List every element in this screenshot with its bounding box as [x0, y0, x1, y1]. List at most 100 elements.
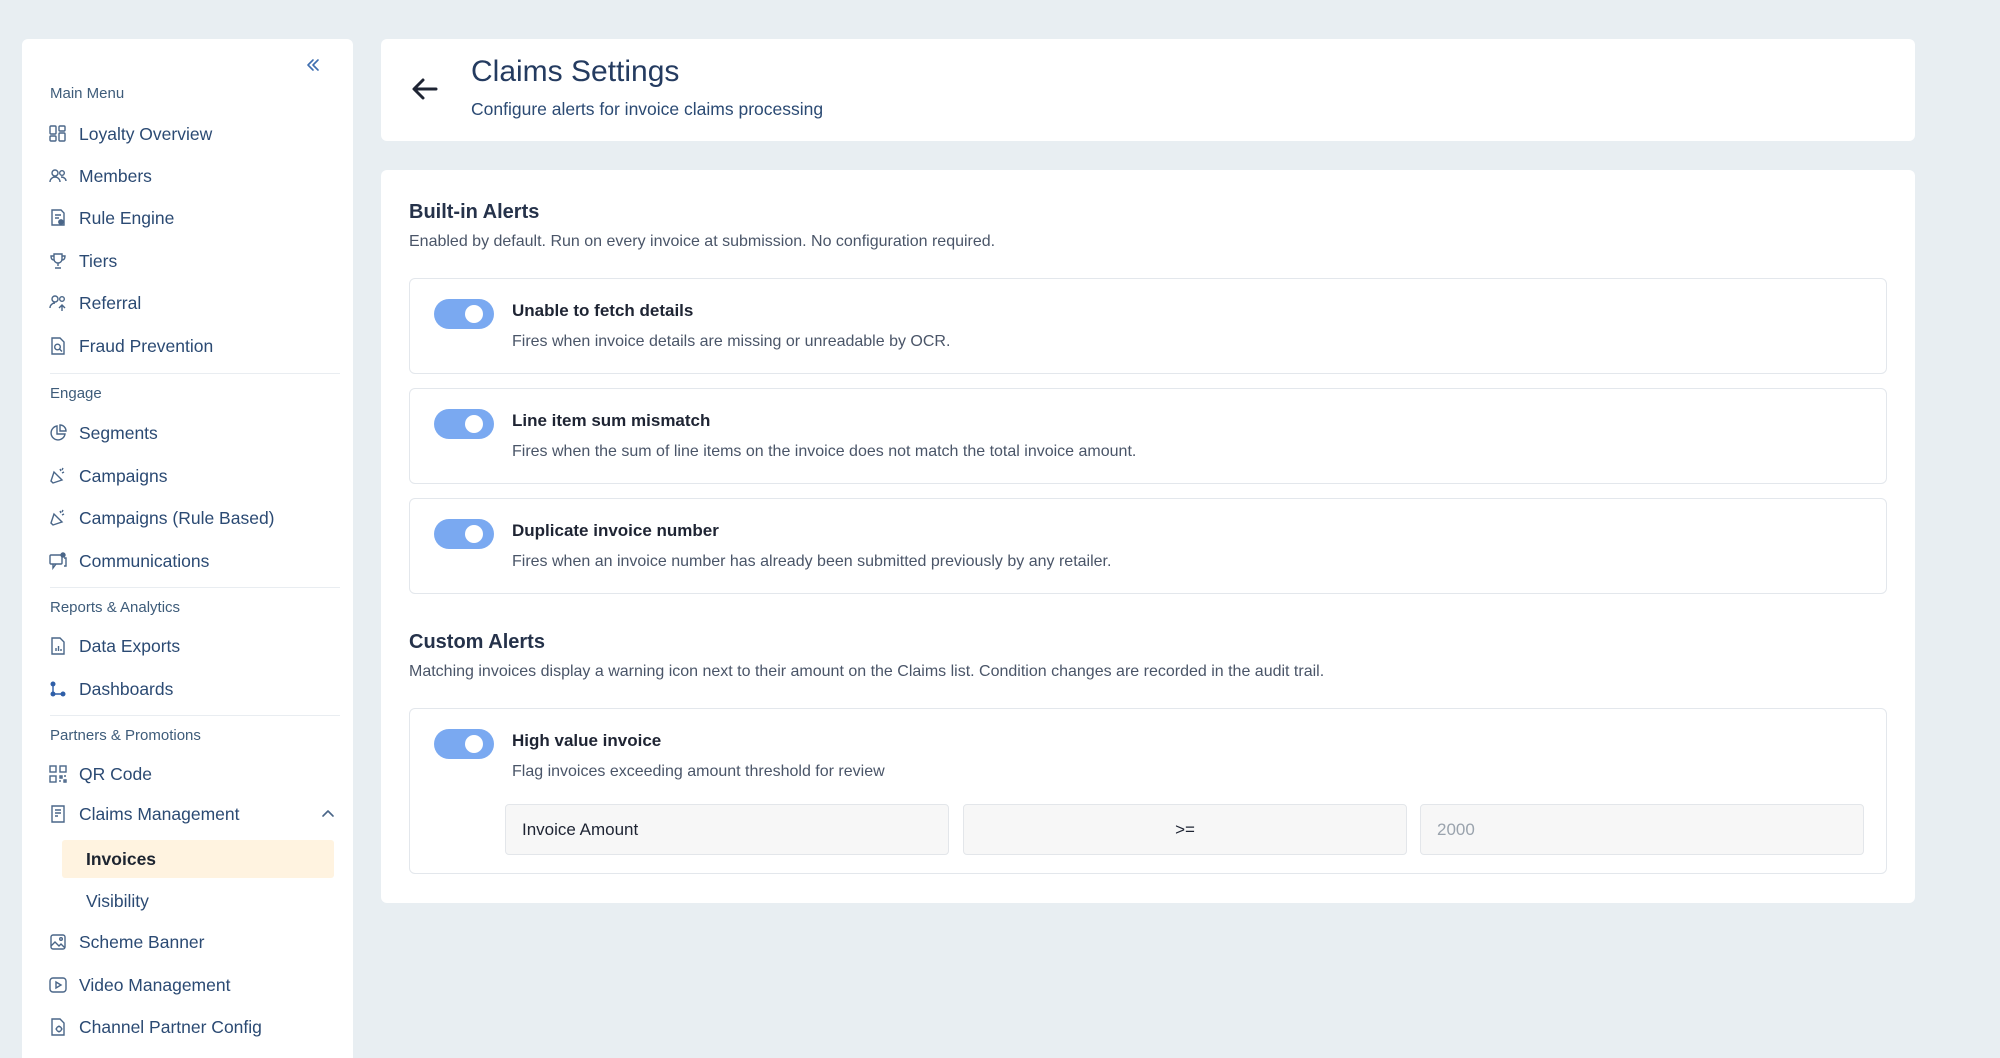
- sidebar-subitem-label: Invoices: [86, 848, 157, 869]
- sidebar-divider: [50, 715, 340, 716]
- collapse-sidebar-button[interactable]: [300, 52, 326, 78]
- sidebar-item-label: Scheme Banner: [79, 931, 205, 952]
- sidebar-item-label: Segments: [79, 422, 158, 443]
- sidebar-item-loyalty-overview[interactable]: Loyalty Overview: [48, 118, 338, 150]
- custom-alerts-title: Custom Alerts: [409, 631, 545, 653]
- sidebar-item-channel-partner-config[interactable]: Channel Partner Config: [48, 1011, 338, 1043]
- sidebar-item-campaigns[interactable]: Campaigns: [48, 460, 338, 492]
- sidebar-item-video-management[interactable]: Video Management: [48, 969, 338, 1001]
- sidebar-item-members[interactable]: Members: [48, 160, 338, 192]
- sidebar-item-label: Fraud Prevention: [79, 335, 214, 356]
- alert-card-unable-to-fetch: Unable to fetch details Fires when invoi…: [409, 278, 1887, 374]
- receipt-icon: [48, 804, 68, 824]
- alert-name: Duplicate invoice number: [512, 521, 719, 540]
- sidebar-subitem-invoices[interactable]: Invoices: [62, 840, 334, 878]
- alert-description: Fires when invoice details are missing o…: [512, 333, 951, 350]
- sidebar-item-rule-engine[interactable]: Rule Engine: [48, 202, 338, 234]
- sidebar-item-label: Tiers: [79, 250, 118, 271]
- toggle-knob: [465, 525, 483, 543]
- sidebar-item-qr-code[interactable]: QR Code: [48, 758, 338, 790]
- sidebar-item-label: Loyalty Overview: [79, 123, 213, 144]
- alert-toggle[interactable]: [434, 409, 494, 439]
- alert-toggle[interactable]: [434, 299, 494, 329]
- section-label-main-menu: Main Menu: [50, 85, 125, 102]
- sidebar-item-label: Claims Management: [79, 803, 240, 824]
- chat-icon: [48, 551, 68, 571]
- alert-toggle[interactable]: [434, 519, 494, 549]
- sidebar-item-tiers[interactable]: Tiers: [48, 245, 338, 277]
- video-icon: [48, 975, 68, 995]
- sidebar-item-label: Rule Engine: [79, 207, 175, 228]
- megaphone-icon: [48, 508, 68, 528]
- condition-value-field[interactable]: [1420, 804, 1864, 855]
- sidebar-item-label: QR Code: [79, 763, 152, 784]
- sidebar-item-label: Video Management: [79, 974, 231, 995]
- condition-field-select[interactable]: Invoice Amount: [505, 804, 949, 855]
- section-label-partners: Partners & Promotions: [50, 727, 201, 744]
- custom-alerts-description: Matching invoices display a warning icon…: [409, 663, 1325, 680]
- alert-card-high-value-invoice: High value invoice Flag invoices exceedi…: [409, 708, 1887, 874]
- pie-chart-icon: [48, 423, 68, 443]
- sidebar-item-referral[interactable]: Referral: [48, 287, 338, 319]
- back-button[interactable]: [407, 71, 443, 107]
- dashboard-grid-icon: [48, 124, 68, 144]
- sidebar-item-scheme-banner[interactable]: Scheme Banner: [48, 926, 338, 958]
- shield-search-icon: [48, 336, 68, 356]
- condition-field-value: Invoice Amount: [522, 819, 639, 839]
- qr-code-icon: [48, 764, 68, 784]
- page-title: Claims Settings: [471, 55, 680, 88]
- sidebar-subitem-visibility[interactable]: Visibility: [62, 882, 334, 920]
- sidebar-divider: [50, 373, 340, 374]
- trophy-icon: [48, 251, 68, 271]
- sidebar-item-label: Dashboards: [79, 678, 174, 699]
- sidebar-divider: [50, 587, 340, 588]
- sidebar-subitem-label: Visibility: [86, 890, 149, 911]
- condition-operator-select[interactable]: >=: [963, 804, 1407, 855]
- sidebar-item-label: Referral: [79, 292, 142, 313]
- alert-name: High value invoice: [512, 731, 662, 750]
- alert-description: Fires when an invoice number has already…: [512, 553, 1112, 570]
- arrow-left-icon: [412, 78, 438, 100]
- alert-description: Flag invoices exceeding amount threshold…: [512, 763, 885, 780]
- users-icon: [48, 166, 68, 186]
- page-header: Claims Settings Configure alerts for inv…: [381, 39, 1915, 141]
- alert-name: Line item sum mismatch: [512, 411, 711, 430]
- nodes-icon: [48, 679, 68, 699]
- file-chart-icon: [48, 636, 68, 656]
- alert-description: Fires when the sum of line items on the …: [512, 443, 1137, 460]
- alerts-settings-card: Built-in Alerts Enabled by default. Run …: [381, 170, 1915, 903]
- toggle-knob: [465, 415, 483, 433]
- chevron-up-icon: [322, 810, 334, 817]
- alert-card-duplicate-invoice: Duplicate invoice number Fires when an i…: [409, 498, 1887, 594]
- document-settings-icon: [48, 208, 68, 228]
- sidebar-item-segments[interactable]: Segments: [48, 417, 338, 449]
- sidebar-item-fraud-prevention[interactable]: Fraud Prevention: [48, 330, 338, 362]
- condition-value-input[interactable]: [1437, 819, 1847, 840]
- section-label-engage: Engage: [50, 385, 102, 402]
- condition-operator-value: >=: [1175, 819, 1195, 839]
- user-share-icon: [48, 293, 68, 313]
- file-settings-icon: [48, 1017, 68, 1037]
- builtin-alerts-description: Enabled by default. Run on every invoice…: [409, 233, 996, 250]
- sidebar-item-label: Communications: [79, 550, 210, 571]
- sidebar-item-dashboards[interactable]: Dashboards: [48, 673, 338, 705]
- section-label-reports: Reports & Analytics: [50, 599, 181, 616]
- image-icon: [48, 932, 68, 952]
- sidebar-item-label: Channel Partner Config: [79, 1016, 262, 1037]
- alert-name: Unable to fetch details: [512, 301, 694, 320]
- sidebar-item-claims-management[interactable]: Claims Management: [48, 798, 338, 830]
- alert-toggle[interactable]: [434, 729, 494, 759]
- alert-card-line-item-mismatch: Line item sum mismatch Fires when the su…: [409, 388, 1887, 484]
- sidebar-item-data-exports[interactable]: Data Exports: [48, 630, 338, 662]
- megaphone-icon: [48, 466, 68, 486]
- sidebar-item-label: Data Exports: [79, 635, 181, 656]
- sidebar-item-communications[interactable]: Communications: [48, 545, 338, 577]
- page-subtitle: Configure alerts for invoice claims proc…: [471, 99, 824, 119]
- builtin-alerts-title: Built-in Alerts: [409, 201, 540, 223]
- double-chevron-left-icon: [307, 59, 319, 71]
- toggle-knob: [465, 735, 483, 753]
- sidebar-item-label: Campaigns (Rule Based): [79, 507, 275, 528]
- toggle-knob: [465, 305, 483, 323]
- sidebar-item-campaigns-rule-based[interactable]: Campaigns (Rule Based): [48, 502, 338, 534]
- sidebar-item-label: Campaigns: [79, 465, 168, 486]
